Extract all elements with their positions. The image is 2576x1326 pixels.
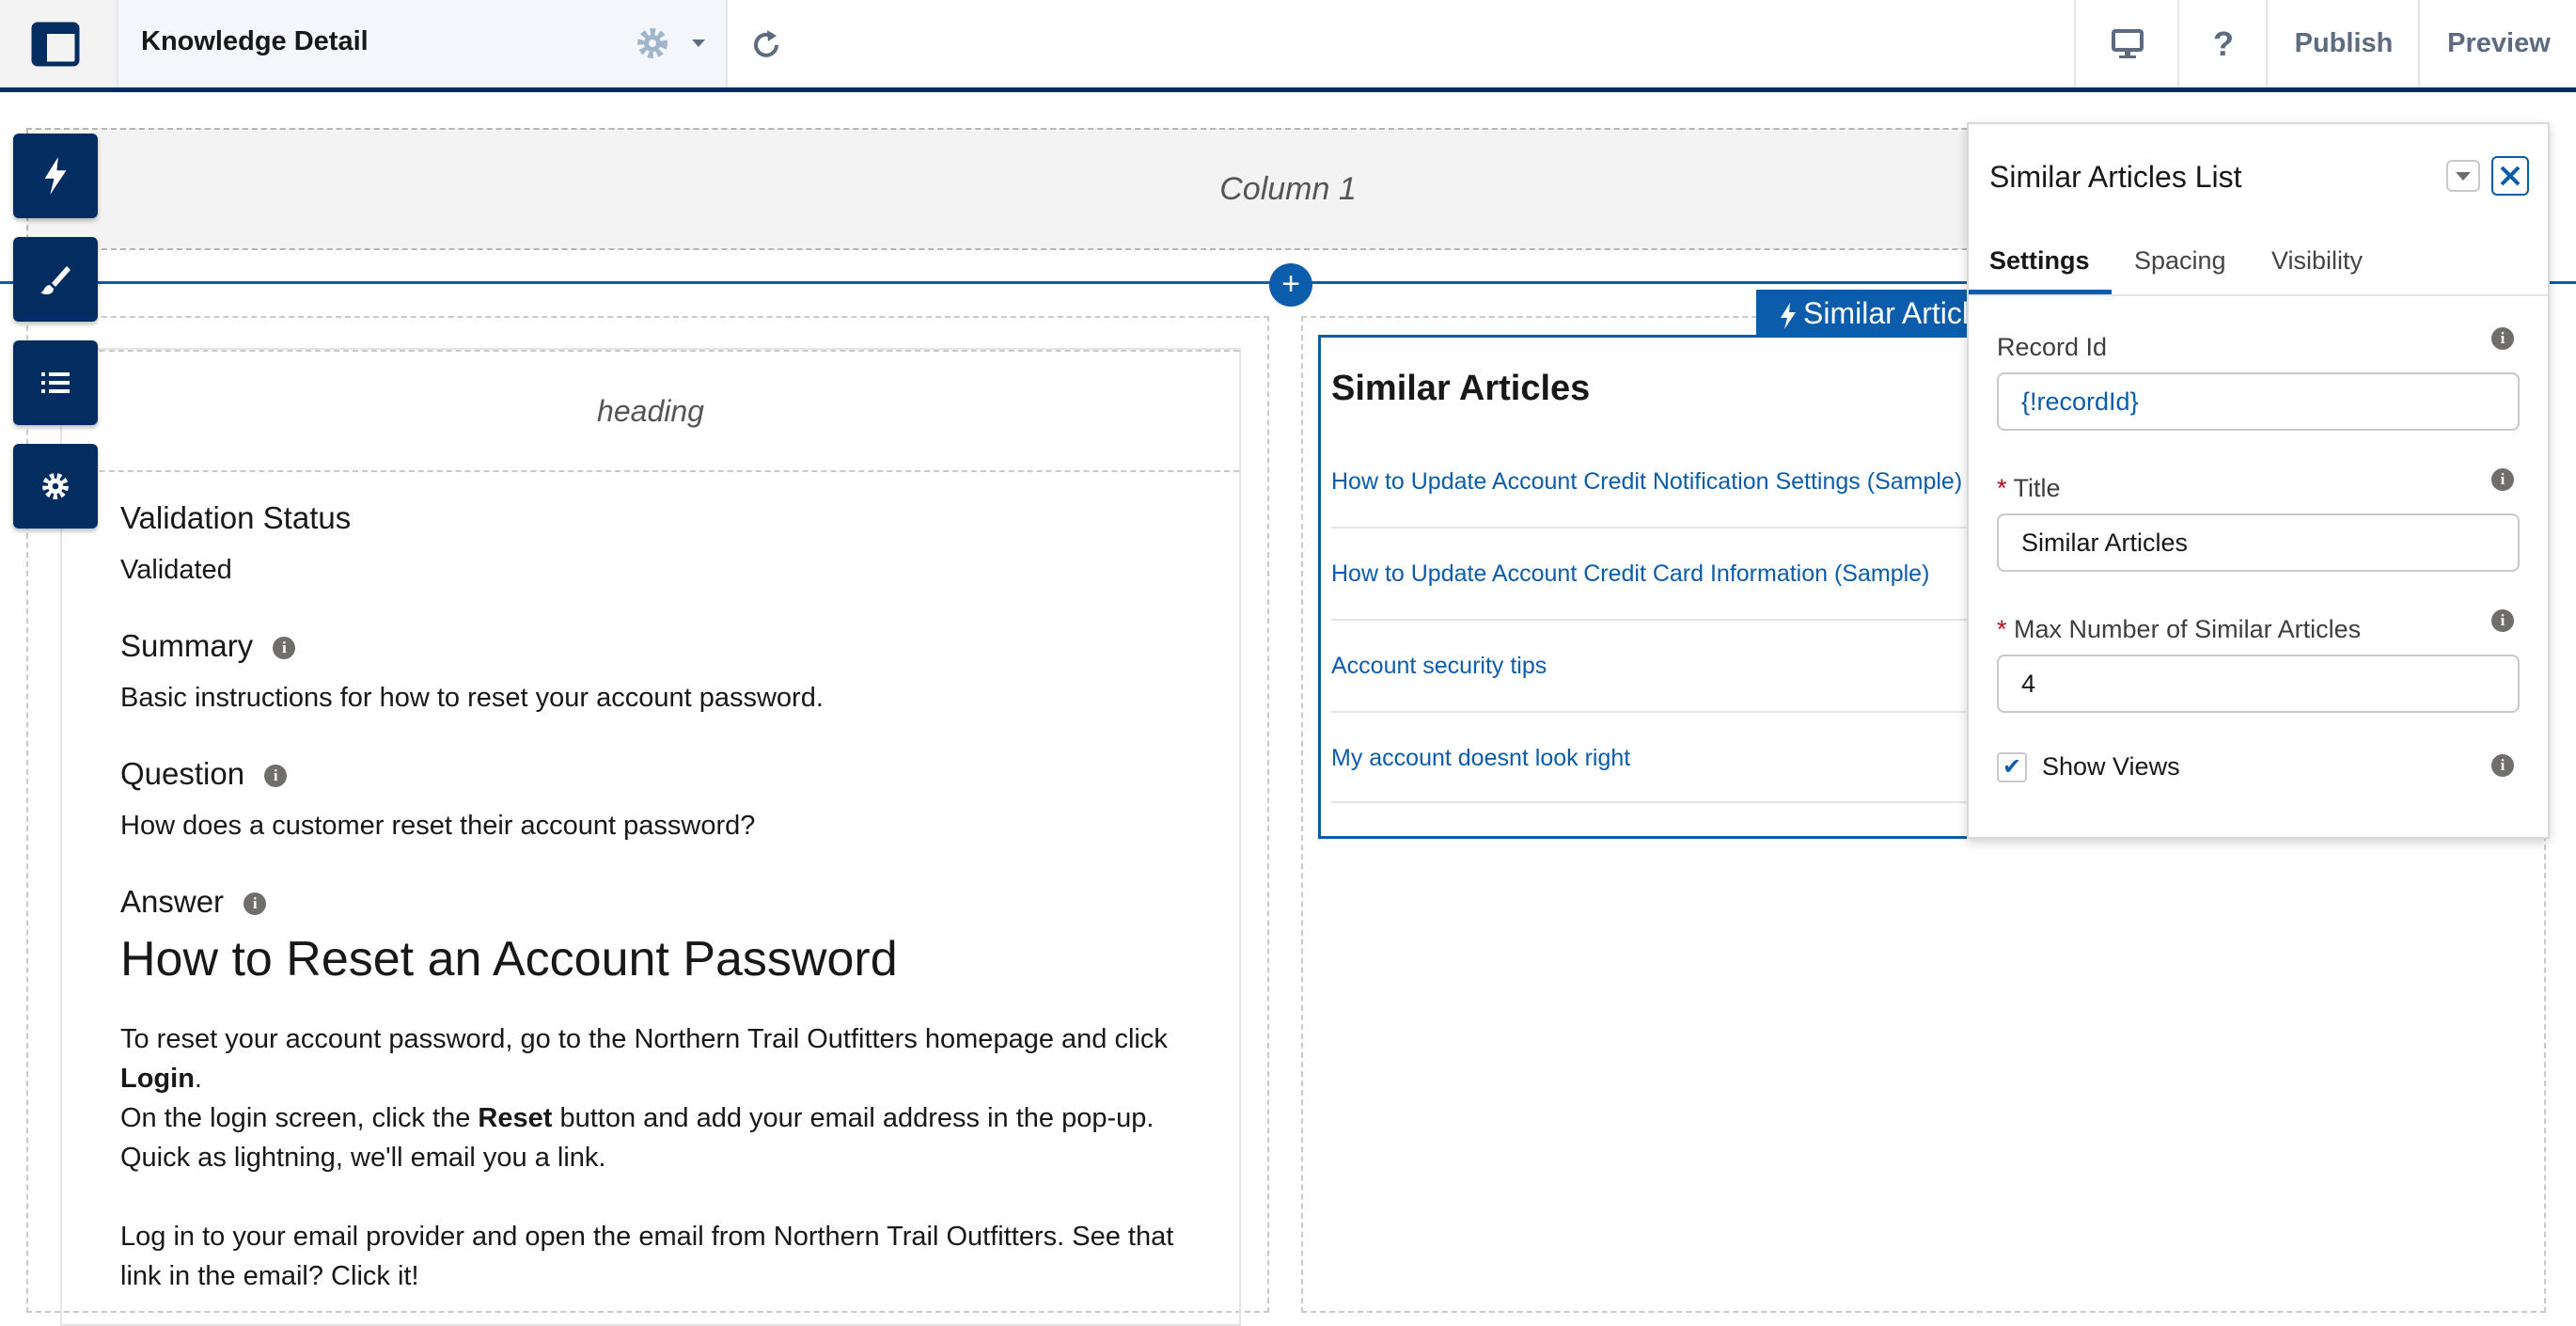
answer-label: Answer [120,884,225,919]
desktop-icon [2112,28,2144,58]
gear-icon[interactable] [632,23,673,64]
help-icon: ? [2213,24,2234,63]
answer-label-row: Answer i [120,884,267,920]
show-views-checkbox[interactable]: ✔ [1997,752,2027,782]
plus-icon: + [1281,266,1300,302]
app-menu-button[interactable] [0,0,118,87]
summary-value: Basic instructions for how to reset your… [120,683,824,713]
question-label-row: Question i [120,756,288,792]
answer-paragraph-1: To reset your account password, go to th… [120,1024,1168,1173]
help-button[interactable]: ? [2177,0,2268,87]
close-icon [2500,166,2521,186]
info-icon[interactable]: i [2491,327,2514,350]
required-mark: * [1997,615,2007,643]
chevron-down-icon[interactable] [688,36,709,51]
record-id-label: Record Id [1997,333,2108,361]
lightning-icon [1781,302,1796,329]
summary-label: Summary [120,628,254,663]
question-label: Question [120,756,245,791]
similar-article-link[interactable]: My account doesnt look right [1331,745,1630,772]
gear-icon [42,473,69,499]
title-input[interactable]: Similar Articles [1997,513,2520,572]
validation-status-value: Validated [120,555,232,585]
panel-title: Similar Articles List [1989,160,2242,194]
add-component-button[interactable]: + [1269,263,1312,307]
publish-button[interactable]: Publish [2266,0,2420,87]
settings-button[interactable] [13,444,98,529]
theme-button[interactable] [13,237,98,322]
similar-articles-title: Similar Articles [1331,369,1591,408]
active-tab-indicator [1969,290,2112,294]
similar-article-link[interactable]: How to Update Account Credit Card Inform… [1331,560,1929,588]
info-icon[interactable]: i [273,637,296,660]
info-icon[interactable]: i [2491,609,2514,632]
max-articles-label: Max Number of Similar Articles [2014,615,2362,643]
record-id-input[interactable]: {!recordId} [1997,372,2520,431]
tab-spacing[interactable]: Spacing [2134,246,2226,276]
answer-heading: How to Reset an Account Password [120,932,898,987]
check-icon: ✔ [2002,754,2022,780]
tab-bar-divider [1969,294,2548,296]
title-label-row: * Title [1997,474,2061,503]
answer-paragraph-3: Log in to your email provider and open t… [120,1222,1174,1291]
info-icon[interactable]: i [264,765,288,788]
brush-icon [40,266,71,295]
info-icon[interactable]: i [2491,754,2514,777]
max-articles-input[interactable]: 4 [1997,655,2520,713]
heading-placeholder[interactable]: heading [62,350,1239,472]
validation-status-label: Validation Status [120,500,352,535]
components-button[interactable] [13,134,98,218]
title-label: Title [2013,474,2061,502]
info-icon[interactable]: i [243,892,267,916]
show-views-label: Show Views [2042,752,2180,781]
panel-menu-button[interactable] [2446,160,2480,192]
similar-article-link[interactable]: How to Update Account Credit Notificatio… [1331,468,1962,496]
page-name: Knowledge Detail [141,26,369,56]
page-structure-button[interactable] [13,340,98,425]
lightning-icon [44,157,67,195]
device-preview-button[interactable] [2074,0,2179,87]
required-mark: * [1997,474,2007,502]
tab-visibility[interactable]: Visibility [2271,246,2363,276]
summary-label-row: Summary i [120,628,296,664]
similar-article-link[interactable]: Account security tips [1331,653,1547,680]
tab-settings[interactable]: Settings [1989,246,2090,276]
info-icon[interactable]: i [2491,468,2514,491]
chevron-down-icon [2456,172,2471,181]
max-articles-label-row: * Max Number of Similar Articles [1997,615,2361,644]
layout-icon [31,22,80,67]
list-icon [41,372,70,393]
refresh-icon[interactable] [748,26,786,64]
question-value: How does a customer reset their account … [120,811,756,841]
preview-button[interactable]: Preview [2418,0,2576,87]
close-button[interactable] [2491,156,2529,196]
